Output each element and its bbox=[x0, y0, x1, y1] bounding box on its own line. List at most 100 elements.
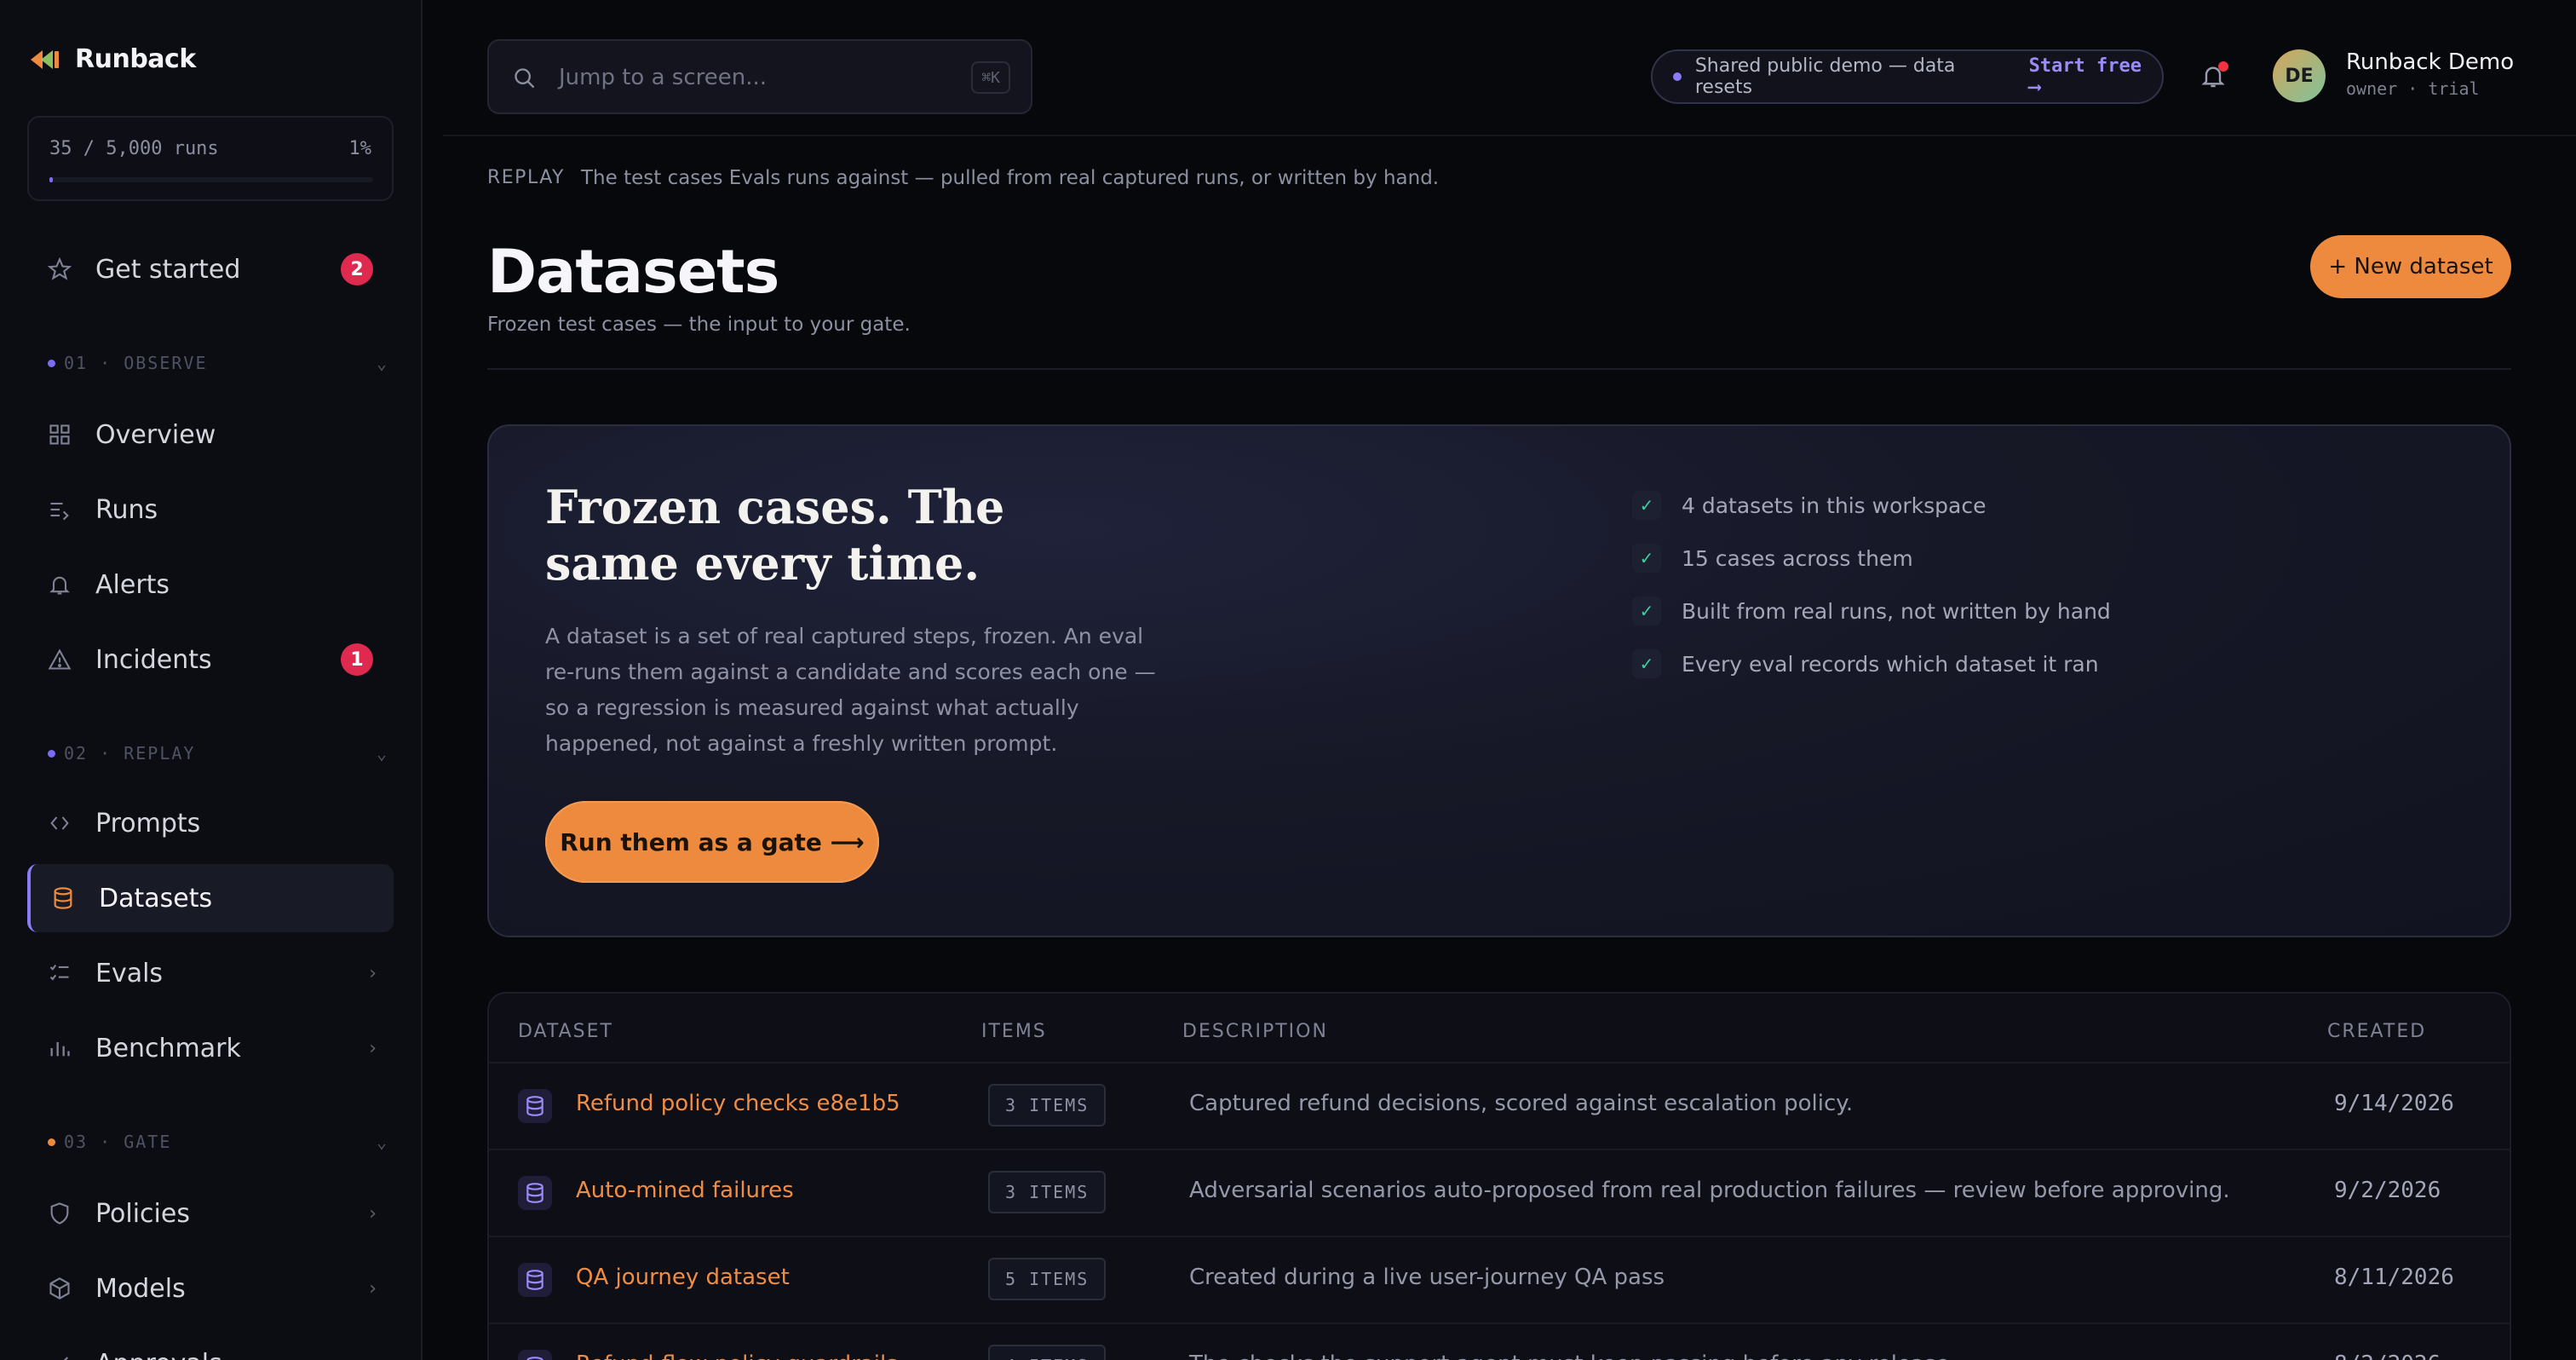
created-date: 8/2/2026 bbox=[2334, 1351, 2441, 1360]
items-count-badge: 5 ITEMS bbox=[988, 1258, 1107, 1300]
section-label: 03 · GATE bbox=[64, 1132, 172, 1152]
items-count-badge: 3 ITEMS bbox=[988, 1171, 1107, 1213]
status-dot bbox=[1673, 72, 1682, 81]
column-header-items[interactable]: ITEMS bbox=[981, 1021, 1047, 1042]
hero-body: A dataset is a set of real captured step… bbox=[545, 624, 1156, 756]
dataset-description: Adversarial scenarios auto-proposed from… bbox=[1189, 1178, 2230, 1203]
items-count-badge: 3 ITEMS bbox=[988, 1084, 1107, 1127]
checklist-item: ✓ 15 cases across them bbox=[1632, 532, 2111, 585]
sidebar-item-get-started[interactable]: Get started 2 bbox=[27, 235, 394, 303]
checklist-text: 4 datasets in this workspace bbox=[1682, 493, 1987, 518]
table-row[interactable]: Auto-mined failures 3 ITEMS Adversarial … bbox=[489, 1149, 2510, 1236]
hero-title: Frozen cases. The same every time. bbox=[545, 480, 1005, 591]
runback-logo-icon bbox=[31, 49, 59, 69]
sidebar-item-policies[interactable]: Policies › bbox=[27, 1179, 394, 1248]
sidebar-item-alerts[interactable]: Alerts bbox=[27, 550, 394, 619]
sidebar-item-label: Alerts bbox=[95, 569, 170, 600]
section-dot bbox=[48, 1138, 55, 1146]
sidebar-item-prompts[interactable]: Prompts bbox=[27, 789, 394, 857]
usage-meter: 35 / 5,000 runs 1% bbox=[27, 116, 394, 201]
notification-badge: 1 bbox=[341, 643, 373, 676]
sidebar-item-benchmark[interactable]: Benchmark › bbox=[27, 1014, 394, 1082]
start-free-link[interactable]: Start free ⟶ bbox=[2029, 55, 2162, 98]
section-dot bbox=[48, 359, 55, 367]
checklist-item: ✓ 4 datasets in this workspace bbox=[1632, 479, 2111, 532]
sidebar-item-overview[interactable]: Overview bbox=[27, 401, 394, 469]
sidebar-item-evals[interactable]: Evals › bbox=[27, 939, 394, 1007]
check-icon: ✓ bbox=[1632, 491, 1661, 520]
checklist-text: 15 cases across them bbox=[1682, 545, 1913, 571]
divider bbox=[487, 368, 2511, 370]
sidebar-item-label: Prompts bbox=[95, 808, 201, 838]
items-count-badge: 4 ITEMS bbox=[988, 1345, 1107, 1360]
datasets-table: DATASET ITEMS DESCRIPTION CREATED Refund… bbox=[487, 992, 2511, 1360]
checklist-text: Built from real runs, not written by han… bbox=[1682, 598, 2111, 624]
database-icon bbox=[518, 1263, 552, 1297]
database-icon bbox=[518, 1176, 552, 1210]
star-icon bbox=[48, 257, 72, 280]
avatar[interactable]: DE bbox=[2273, 49, 2326, 102]
sidebar-item-label: Overview bbox=[95, 419, 216, 450]
section-label: 02 · REPLAY bbox=[64, 743, 196, 764]
chevron-right-icon: › bbox=[369, 962, 377, 984]
chevron-down-icon: ⌄ bbox=[376, 743, 388, 764]
checklist-item: ✓ Every eval records which dataset it ra… bbox=[1632, 637, 2111, 690]
created-date: 9/14/2026 bbox=[2334, 1091, 2454, 1116]
dataset-description: Captured refund decisions, scored agains… bbox=[1189, 1091, 1854, 1116]
sidebar: Runback 35 / 5,000 runs 1% Get started 2… bbox=[0, 0, 423, 1360]
user-role: owner · trial bbox=[2346, 78, 2480, 99]
warning-icon bbox=[48, 648, 72, 670]
dataset-name-link[interactable]: Auto-mined failures bbox=[576, 1178, 794, 1203]
column-header-created[interactable]: CREATED bbox=[2327, 1021, 2426, 1042]
new-dataset-button[interactable]: + New dataset bbox=[2310, 235, 2511, 298]
dataset-description: The checks the support agent must keep p… bbox=[1189, 1351, 1957, 1360]
usage-text: 35 / 5,000 runs bbox=[49, 138, 219, 159]
sidebar-item-label: Evals bbox=[95, 958, 164, 988]
check-icon: ✓ bbox=[1632, 649, 1661, 678]
sidebar-item-incidents[interactable]: Incidents 1 bbox=[27, 625, 394, 694]
user-name[interactable]: Runback Demo bbox=[2346, 49, 2514, 75]
chevron-right-icon: › bbox=[369, 1277, 377, 1299]
sidebar-item-approvals[interactable]: Approvals bbox=[27, 1329, 394, 1360]
database-icon bbox=[518, 1350, 552, 1360]
search-input[interactable]: Jump to a screen... ⌘K bbox=[487, 39, 1032, 114]
column-header-description[interactable]: DESCRIPTION bbox=[1182, 1021, 1328, 1042]
grid-icon bbox=[49, 424, 70, 445]
usage-percent: 1% bbox=[348, 138, 372, 159]
checklist-icon bbox=[49, 965, 69, 981]
feature-checklist: ✓ 4 datasets in this workspace ✓ 15 case… bbox=[1632, 479, 2111, 690]
section-replay[interactable]: 02 · REPLAY ⌄ bbox=[48, 743, 388, 764]
table-row[interactable]: Refund policy checks e8e1b5 3 ITEMS Capt… bbox=[489, 1062, 2510, 1149]
page-subtitle: Frozen test cases — the input to your ga… bbox=[487, 314, 911, 336]
section-dot bbox=[48, 749, 55, 758]
runs-icon bbox=[50, 502, 69, 521]
sidebar-item-label: Datasets bbox=[99, 883, 213, 913]
table-row[interactable]: QA journey dataset 5 ITEMS Created durin… bbox=[489, 1236, 2510, 1323]
sidebar-item-runs[interactable]: Runs bbox=[27, 475, 394, 544]
shield-icon bbox=[50, 1202, 69, 1225]
section-observe[interactable]: 01 · OBSERVE ⌄ bbox=[48, 353, 388, 373]
hero-card: Frozen cases. The same every time. A dat… bbox=[487, 424, 2511, 937]
sidebar-item-label: Benchmark bbox=[95, 1033, 241, 1063]
table-row[interactable]: Refund-flow policy guardrails 4 ITEMS Th… bbox=[489, 1323, 2510, 1360]
dataset-name-link[interactable]: Refund policy checks e8e1b5 bbox=[576, 1091, 900, 1116]
dataset-name-link[interactable]: Refund-flow policy guardrails bbox=[576, 1351, 898, 1360]
keyboard-shortcut: ⌘K bbox=[971, 61, 1010, 94]
column-header-dataset[interactable]: DATASET bbox=[518, 1021, 613, 1042]
checklist-item: ✓ Built from real runs, not written by h… bbox=[1632, 585, 2111, 637]
run-as-gate-button[interactable]: Run them as a gate ⟶ bbox=[545, 801, 879, 883]
section-gate[interactable]: 03 · GATE ⌄ bbox=[48, 1132, 388, 1152]
chevron-down-icon: ⌄ bbox=[376, 1132, 388, 1152]
demo-banner-text: Shared public demo — data resets bbox=[1694, 55, 1956, 98]
sidebar-item-datasets[interactable]: Datasets bbox=[27, 864, 394, 932]
chevron-down-icon: ⌄ bbox=[376, 353, 388, 373]
brand[interactable]: Runback bbox=[29, 44, 196, 74]
bell-icon bbox=[49, 576, 70, 595]
chevron-right-icon: › bbox=[369, 1037, 377, 1059]
dataset-name-link[interactable]: QA journey dataset bbox=[576, 1265, 790, 1290]
check-icon: ✓ bbox=[1632, 596, 1661, 625]
usage-bar-fill bbox=[49, 177, 53, 182]
cube-icon bbox=[49, 1277, 70, 1299]
sidebar-item-models[interactable]: Models › bbox=[27, 1254, 394, 1323]
sidebar-item-label: Policies bbox=[95, 1198, 190, 1229]
